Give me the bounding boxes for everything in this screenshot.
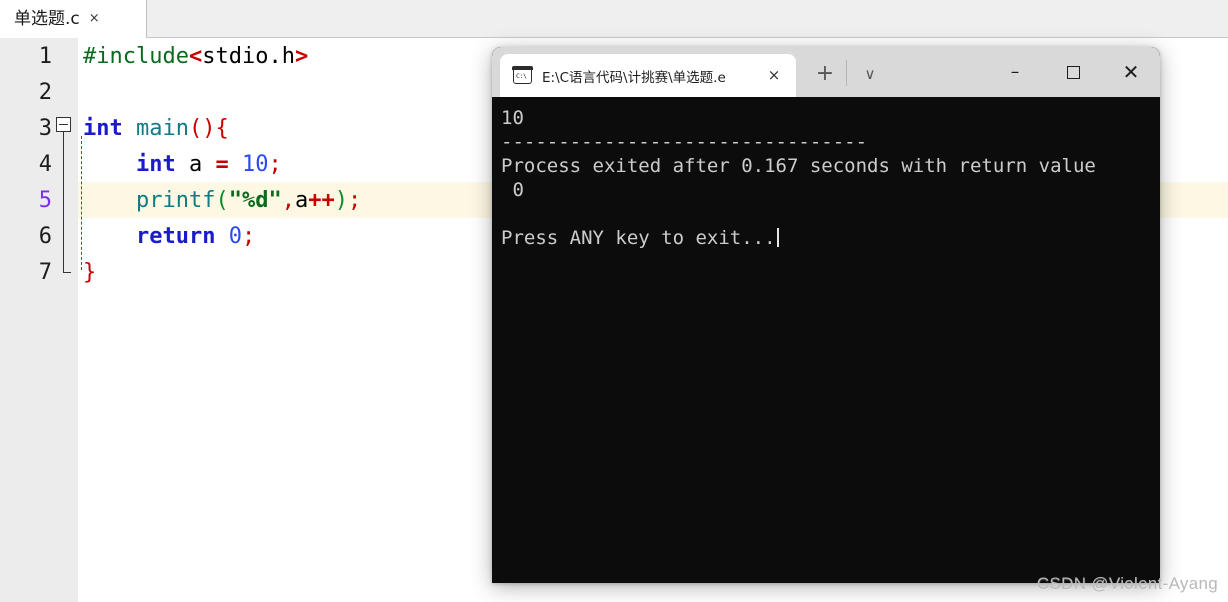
terminal-line: 10 [501,107,524,129]
code-token: a [294,187,309,213]
line-number: 6 [38,223,52,249]
terminal-output-area[interactable]: 10 -------------------------------- Proces… [492,97,1160,583]
console-icon-text: C:\ [516,72,527,80]
line-number: 3 [38,115,52,141]
code-token: main [136,115,189,141]
editor-tab-label: 单选题.c [14,8,80,29]
code-token: (){ [188,115,229,141]
terminal-line: -------------------------------- [501,131,868,153]
indent-guide [81,136,82,270]
terminal-line: Process exited after 0.167 seconds with … [501,155,1096,177]
code-token: "%d" [228,187,282,213]
code-token: a [188,151,203,177]
code-token: } [83,259,97,285]
code-token: ; [347,187,362,213]
code-token: ; [268,151,282,177]
code-token: ; [241,223,256,249]
code-token: ( [215,187,229,213]
new-tab-button[interactable]: + [812,62,838,86]
terminal-tab-active[interactable]: C:\ E:\C语言代码\计挑赛\单选题.e × [500,54,796,97]
code-fold-line [63,132,64,272]
terminal-line: 0 [501,179,524,201]
code-token: int [83,115,123,141]
code-line[interactable]: int a = 10; [83,146,282,182]
terminal-window[interactable]: C:\ E:\C语言代码\计挑赛\单选题.e × + ∨ – ✕ 10 -----… [492,47,1160,583]
code-token: 10 [241,151,269,177]
terminal-output-lines: 10 -------------------------------- Proces… [501,106,1160,250]
code-token: return [135,223,216,249]
code-token: int [135,151,176,177]
line-number: 4 [38,151,52,177]
editor-tab-active[interactable]: 单选题.c × [0,0,147,38]
code-token: printf [135,187,216,213]
terminal-line: Press ANY key to exit... [501,226,1160,250]
terminal-cursor [776,228,779,247]
line-number: 7 [38,259,52,285]
code-token: , [281,187,295,213]
code-token: ++ [308,187,335,213]
chevron-down-icon[interactable]: ∨ [856,62,884,86]
code-token: #include [83,43,189,69]
line-number: 5 [38,187,52,213]
code-line[interactable]: return 0; [83,218,255,254]
minimize-button[interactable]: – [992,47,1038,97]
code-token: > [294,43,309,69]
code-token: stdio.h [202,43,295,69]
maximize-icon [1066,65,1080,79]
close-icon[interactable]: × [766,67,782,83]
toolbar-divider [846,60,847,86]
code-token: ) [334,187,348,213]
terminal-title-bar[interactable]: C:\ E:\C语言代码\计挑赛\单选题.e × + ∨ – ✕ [492,47,1160,97]
console-icon: C:\ [512,66,533,84]
close-icon[interactable]: × [89,12,100,25]
code-fold-toggle-icon[interactable] [56,117,71,132]
editor-tab-bar: 单选题.c × [0,0,1228,38]
code-line[interactable]: int main(){ [83,110,229,146]
code-token: 0 [228,223,242,249]
maximize-button[interactable] [1050,47,1096,97]
close-button[interactable]: ✕ [1108,47,1154,97]
screen: 单选题.c × #include < stdio.h > int main(){ int… [0,0,1228,602]
line-number: 2 [38,79,52,105]
code-line[interactable]: } [83,254,96,290]
watermark: CSDN @Violent-Ayang [1036,574,1218,593]
code-token: = [215,151,229,177]
code-line[interactable]: #include < stdio.h > [83,38,308,74]
code-fold-end-marker [63,272,71,273]
line-number: 1 [38,43,52,69]
terminal-tab-title: E:\C语言代码\计挑赛\单选题.e [542,69,726,86]
code-token: < [188,43,203,69]
code-line[interactable]: printf("%d", a ++); [83,182,361,218]
